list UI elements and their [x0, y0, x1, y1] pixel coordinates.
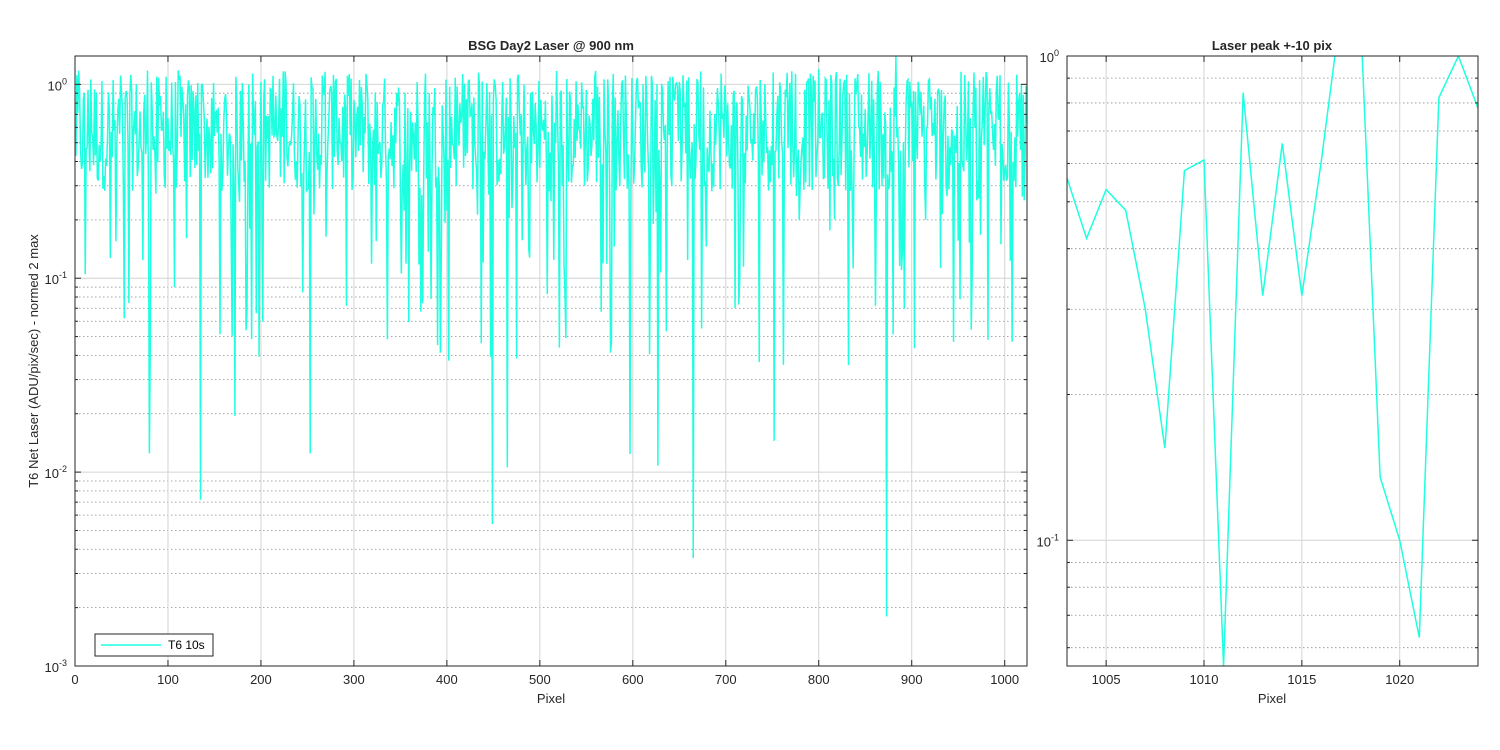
main-x-tick-label: 1000	[990, 672, 1019, 687]
main-x-tick-label: 700	[715, 672, 737, 687]
zoom-x-tick-label: 1015	[1287, 672, 1316, 687]
zoom-x-tick-label: 1010	[1190, 672, 1219, 687]
main-chart-title: BSG Day2 Laser @ 900 nm	[468, 38, 634, 53]
zoom-y-tick-label: 100	[1040, 48, 1059, 65]
main-y-axis-label: T6 Net Laser (ADU/pix/sec) - normed 2 ma…	[26, 234, 41, 488]
main-y-tick-label: 10-3	[45, 658, 67, 675]
main-x-tick-label: 200	[250, 672, 272, 687]
main-x-axis-label: Pixel	[537, 691, 565, 706]
main-x-tick-label: 900	[901, 672, 923, 687]
figure: 0 100 200 300 400 500 600 700 800 900 1000 10-3 10-2…	[26, 38, 1479, 706]
zoom-axes: 1005 1010 1015 1020 10-1 100 Laser peak +-10 …	[1037, 38, 1479, 706]
zoom-y-tick-label: 10-1	[1037, 532, 1059, 549]
zoom-plot-area	[1067, 56, 1478, 666]
main-x-tick-label: 400	[436, 672, 458, 687]
legend: T6 10s	[94, 633, 214, 657]
zoom-x-axis-label: Pixel	[1258, 691, 1286, 706]
zoom-x-tick-label: 1020	[1385, 672, 1414, 687]
main-y-tick-label: 10-1	[45, 270, 67, 287]
main-x-tick-label: 500	[529, 672, 551, 687]
main-x-tick-label: 100	[157, 672, 179, 687]
zoom-chart-title: Laser peak +-10 pix	[1212, 38, 1333, 53]
main-x-tick-label: 0	[71, 672, 78, 687]
main-axes: 0 100 200 300 400 500 600 700 800 900 1000 10-3 10-2…	[26, 38, 1028, 706]
main-x-tick-label: 300	[343, 672, 365, 687]
zoom-x-tick-label: 1005	[1092, 672, 1121, 687]
main-y-tick-label: 100	[48, 76, 67, 93]
main-x-tick-label: 800	[808, 672, 830, 687]
legend-label-t6-10s: T6 10s	[168, 638, 205, 652]
main-y-tick-label: 10-2	[45, 464, 67, 481]
main-x-tick-label: 600	[622, 672, 644, 687]
